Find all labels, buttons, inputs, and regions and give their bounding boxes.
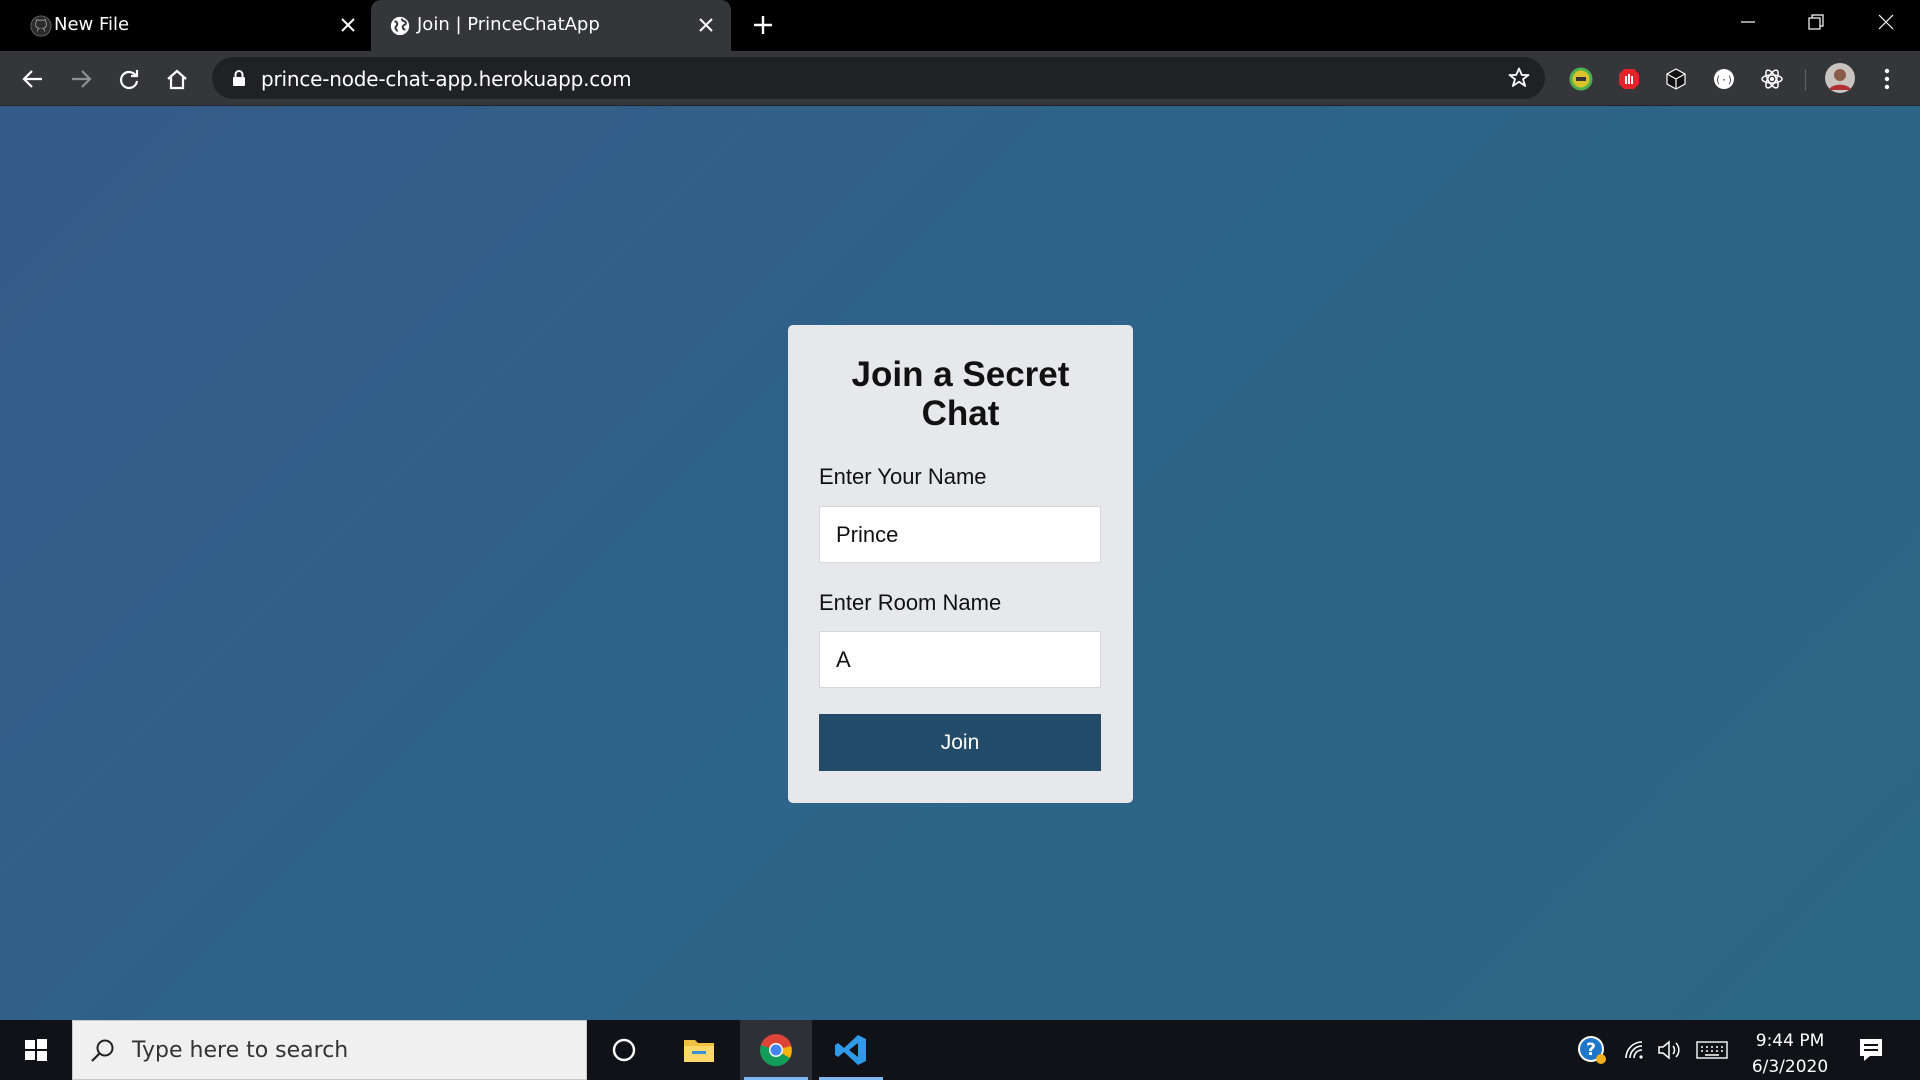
help-tray-icon[interactable]: ?: [1574, 1034, 1610, 1066]
wifi-icon[interactable]: [1621, 1034, 1651, 1066]
join-form-card: Join a Secret Chat Enter Your Name Enter…: [788, 325, 1133, 803]
windows-logo-icon: [25, 1039, 47, 1061]
windows-taskbar: Type here to search ? 9:44 PM 6/3/2020: [0, 1020, 1920, 1080]
search-placeholder: Type here to search: [132, 1038, 349, 1063]
react-devtools-icon[interactable]: [1758, 65, 1786, 93]
close-tab-icon[interactable]: [333, 10, 363, 40]
tab-title: Join | PrinceChatApp: [417, 14, 600, 35]
back-button[interactable]: [17, 63, 49, 95]
circle-extension-icon[interactable]: (·): [1710, 65, 1738, 93]
page-content: Join a Secret Chat Enter Your Name Enter…: [0, 106, 1920, 1020]
file-explorer-button[interactable]: [663, 1020, 735, 1080]
home-button[interactable]: [161, 63, 193, 95]
home-icon: [167, 69, 187, 90]
github-icon: [30, 15, 52, 37]
volume-icon[interactable]: [1655, 1034, 1685, 1066]
page-title: Join a Secret Chat: [851, 355, 1070, 433]
svg-text:(·): (·): [1715, 75, 1733, 86]
browser-tab-strip: New File Join | PrinceChatApp: [0, 0, 1920, 51]
restore-button[interactable]: [1796, 6, 1836, 38]
forward-button[interactable]: [65, 63, 97, 95]
url-text[interactable]: prince-node-chat-app.herokuapp.com: [261, 67, 632, 91]
join-button[interactable]: Join: [819, 714, 1101, 771]
tab-title: New File: [54, 14, 130, 35]
cortana-button[interactable]: [588, 1020, 660, 1080]
reload-button[interactable]: [113, 63, 145, 95]
minimize-button[interactable]: [1728, 6, 1768, 38]
svg-text:?: ?: [1586, 1040, 1596, 1060]
bookmark-star-icon[interactable]: [1507, 66, 1531, 90]
reload-icon: [119, 70, 139, 90]
system-clock[interactable]: 9:44 PM 6/3/2020: [1740, 1028, 1840, 1080]
chrome-icon: [760, 1034, 792, 1067]
close-window-button[interactable]: [1866, 6, 1906, 38]
profile-avatar[interactable]: [1824, 62, 1856, 94]
tab-new-file[interactable]: New File: [0, 0, 370, 51]
browser-toolbar: prince-node-chat-app.herokuapp.com (·): [0, 51, 1920, 106]
room-input[interactable]: [819, 631, 1101, 688]
restore-icon: [1808, 14, 1824, 30]
clock-date: 6/3/2020: [1751, 1057, 1829, 1077]
arrow-left-icon: [22, 70, 42, 88]
tab-join-princechatapp[interactable]: Join | PrinceChatApp: [371, 0, 731, 51]
start-button[interactable]: [16, 1034, 56, 1066]
lock-icon[interactable]: [230, 69, 248, 87]
coin-extension-icon[interactable]: [1567, 65, 1595, 93]
address-bar[interactable]: prince-node-chat-app.herokuapp.com: [212, 57, 1545, 99]
file-explorer-icon: [684, 1040, 714, 1062]
plus-icon: [754, 16, 772, 34]
stop-hand-extension-icon[interactable]: [1615, 65, 1643, 93]
close-icon: [1878, 14, 1894, 30]
name-label: Enter Your Name: [819, 464, 987, 489]
globe-icon: [390, 16, 410, 36]
minimize-icon: [1741, 21, 1755, 23]
vscode-icon: [835, 1035, 866, 1065]
cube-extension-icon[interactable]: [1662, 65, 1690, 93]
taskbar-search[interactable]: Type here to search: [72, 1020, 587, 1080]
room-label: Enter Room Name: [819, 590, 1002, 615]
new-tab-button[interactable]: [748, 10, 778, 40]
search-icon: [91, 1039, 114, 1062]
chrome-taskbar-button[interactable]: [740, 1020, 812, 1080]
vscode-taskbar-button[interactable]: [815, 1020, 887, 1080]
keyboard-icon[interactable]: [1694, 1034, 1730, 1066]
action-center-icon[interactable]: [1857, 1036, 1885, 1064]
toolbar-divider: [1805, 69, 1806, 91]
name-input[interactable]: [819, 506, 1101, 563]
close-tab-icon[interactable]: [691, 10, 721, 40]
kebab-menu-icon: [1884, 68, 1890, 90]
browser-menu-button[interactable]: [1871, 63, 1903, 95]
cortana-icon: [612, 1038, 636, 1062]
clock-time: 9:44 PM: [1755, 1031, 1825, 1051]
arrow-right-icon: [72, 70, 92, 88]
